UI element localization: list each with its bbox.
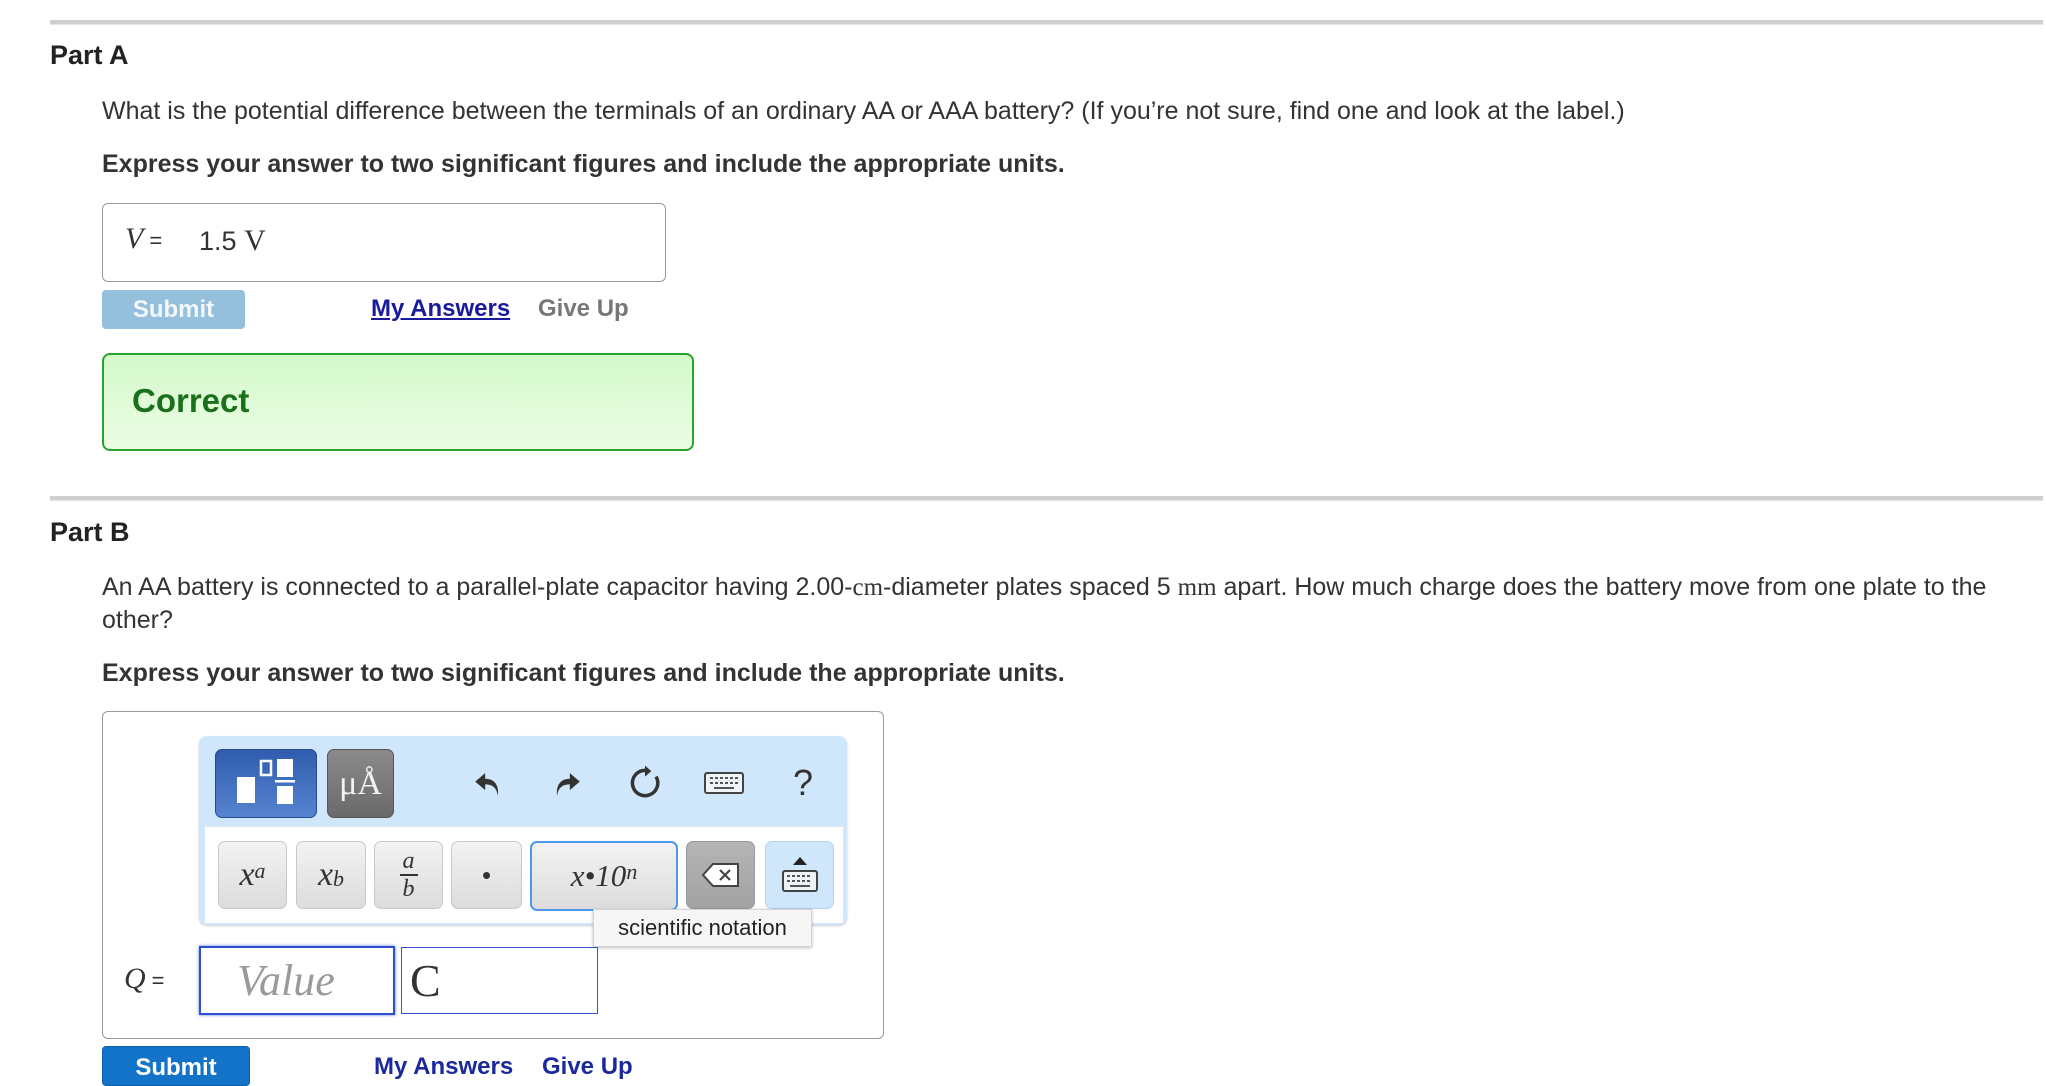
keyboard-toggle-icon bbox=[781, 857, 818, 892]
answer-value: 1.5 V bbox=[199, 224, 266, 257]
keyboard-toggle-button[interactable] bbox=[765, 841, 834, 909]
reset-icon bbox=[630, 765, 660, 798]
scientific-notation-tooltip: scientific notation bbox=[593, 909, 812, 947]
redo-icon bbox=[556, 773, 580, 796]
part-b-submit-button[interactable]: Submit bbox=[102, 1046, 250, 1086]
keyboard-icon bbox=[704, 772, 744, 794]
keyboard-button[interactable] bbox=[699, 758, 749, 808]
part-b-instruction: Express your answer to two significant f… bbox=[102, 659, 1065, 687]
redo-button[interactable] bbox=[542, 758, 592, 808]
part-b-give-up-link[interactable]: Give Up bbox=[542, 1053, 633, 1081]
backspace-icon bbox=[701, 863, 739, 887]
part-b-divider bbox=[50, 496, 2043, 501]
value-input[interactable] bbox=[199, 946, 395, 1015]
part-a-instruction: Express your answer to two significant f… bbox=[102, 150, 1065, 178]
part-b-title: Part B bbox=[50, 517, 130, 547]
part-b-my-answers-link[interactable]: My Answers bbox=[374, 1053, 513, 1081]
answer-variable-label: V = bbox=[125, 222, 163, 255]
templates-button[interactable] bbox=[215, 749, 317, 818]
part-a-submit-button[interactable]: Submit bbox=[102, 290, 245, 329]
unit-input[interactable] bbox=[401, 947, 598, 1014]
part-a-title: Part A bbox=[50, 40, 129, 70]
part-a-my-answers-link[interactable]: My Answers bbox=[371, 295, 510, 323]
superscript-button[interactable]: xa bbox=[218, 841, 287, 909]
units-button[interactable]: μÅ bbox=[327, 749, 394, 818]
multiply-dot-button[interactable]: • bbox=[451, 841, 522, 909]
scientific-notation-button[interactable]: x•10 n bbox=[530, 841, 678, 911]
part-a-give-up-link[interactable]: Give Up bbox=[538, 295, 629, 323]
undo-icon bbox=[475, 773, 499, 796]
reset-button[interactable] bbox=[620, 758, 670, 808]
subscript-button[interactable]: xb bbox=[296, 841, 366, 909]
part-a-question: What is the potential difference between… bbox=[102, 97, 1625, 125]
part-a-answer-box: V = 1.5 V bbox=[102, 203, 666, 282]
help-button[interactable]: ? bbox=[778, 758, 828, 808]
correct-feedback-box: Correct bbox=[102, 353, 694, 451]
templates-icon bbox=[231, 755, 301, 812]
answer-variable-label: Q = bbox=[124, 962, 165, 995]
undo-button[interactable] bbox=[463, 758, 513, 808]
part-b-question: An AA battery is connected to a parallel… bbox=[102, 573, 1987, 634]
part-a-divider bbox=[50, 20, 2043, 25]
backspace-button[interactable] bbox=[686, 841, 755, 909]
correct-feedback-text: Correct bbox=[132, 382, 250, 419]
fraction-button[interactable]: ab bbox=[374, 841, 443, 909]
